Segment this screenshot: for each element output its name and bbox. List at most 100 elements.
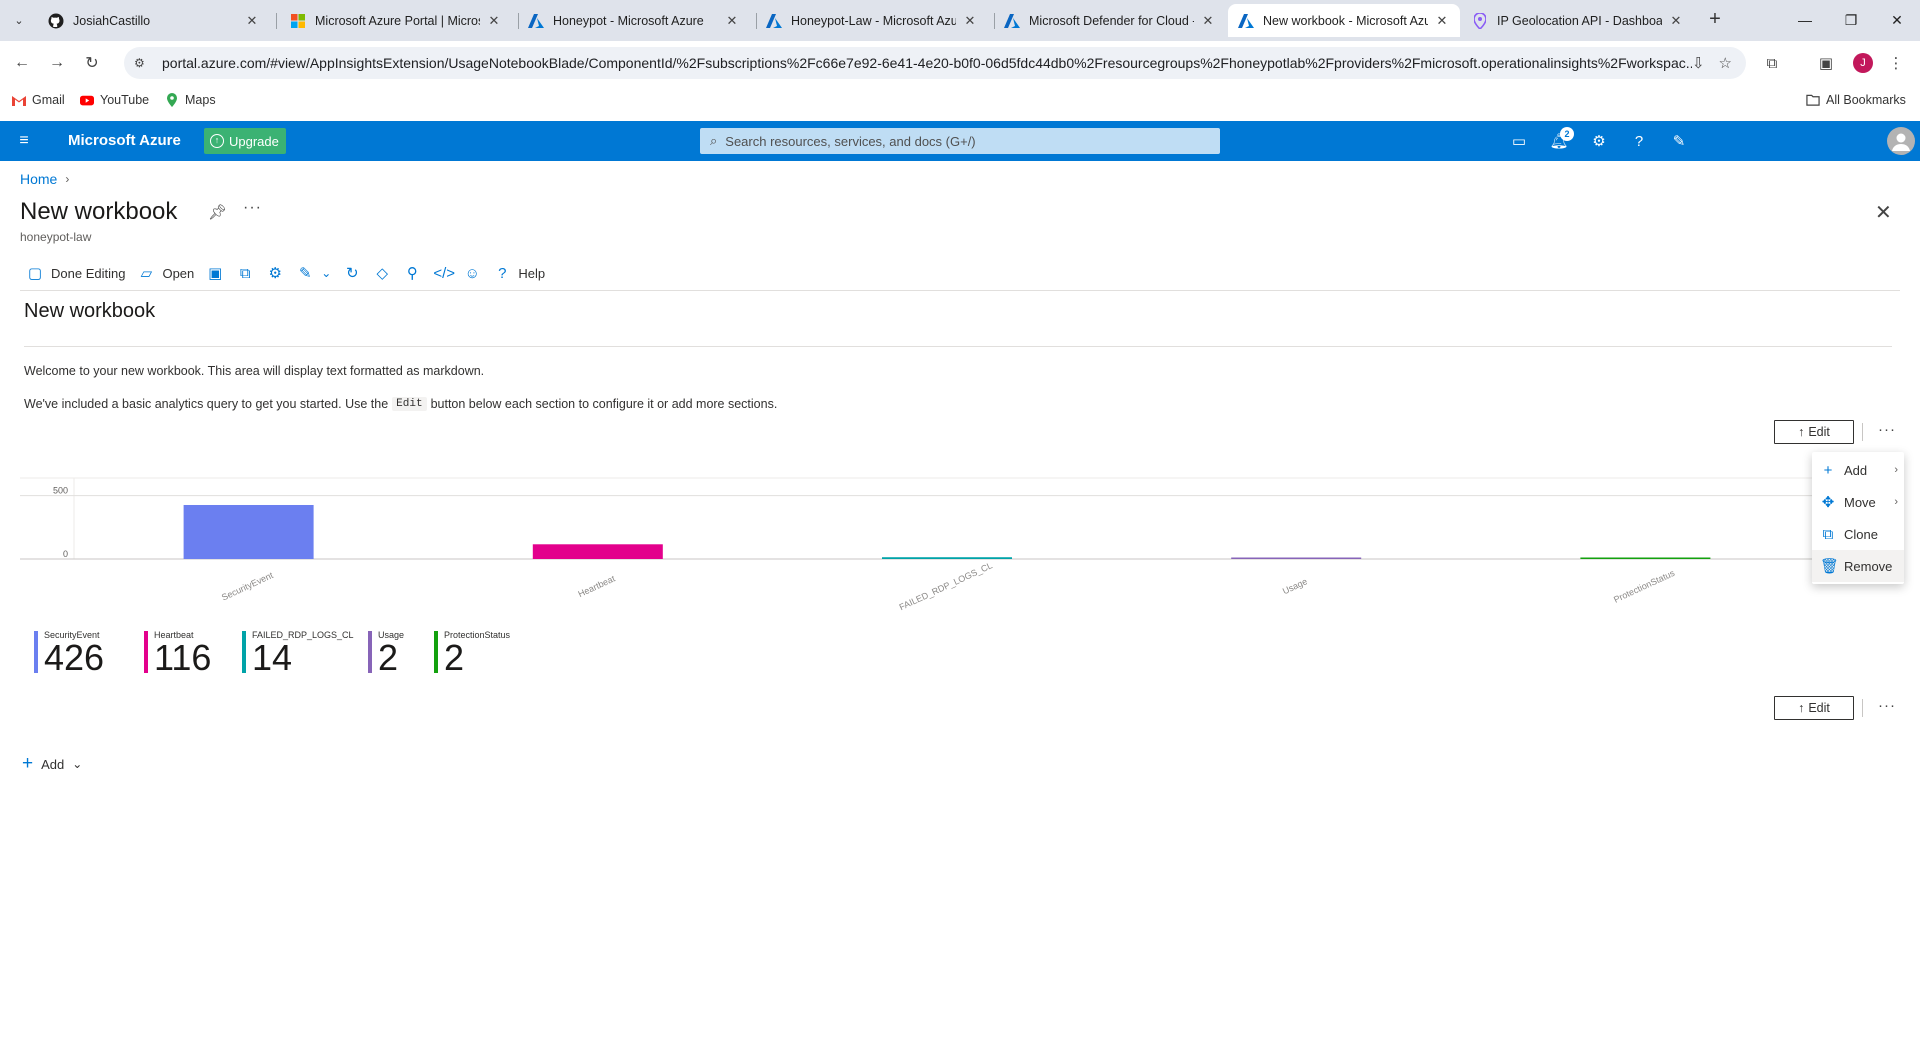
search-placeholder: Search resources, services, and docs (G+… xyxy=(725,133,976,149)
extensions-icon[interactable]: ⧉ xyxy=(1760,51,1784,75)
account-avatar[interactable] xyxy=(1887,127,1915,155)
cloud-shell-icon[interactable]: ▭ xyxy=(1507,129,1531,153)
pin-icon[interactable]: 📌︎ xyxy=(208,203,227,221)
tile-value: 2 xyxy=(444,637,465,678)
settings-gear-icon[interactable]: ⚙ xyxy=(1587,129,1611,153)
address-bar[interactable]: ⚙ portal.azure.com/#view/AppInsightsExte… xyxy=(124,47,1746,79)
tab-title: Microsoft Azure Portal | Microsoft xyxy=(315,13,480,28)
add-section-button[interactable]: + Add ⌄ xyxy=(22,753,82,775)
feedback-button[interactable]: ☺ xyxy=(457,258,487,288)
more-options-icon[interactable]: ··· xyxy=(243,199,262,217)
chart-canvas: 0 500 SecurityEvent Heartbeat FAILED_RDP_LOG… xyxy=(20,477,1820,612)
tile-protectionstatus[interactable]: ProtectionStatus 2 xyxy=(434,626,524,676)
refresh-button[interactable]: ↻ xyxy=(337,258,367,288)
edit-section-button[interactable]: ↑ Edit xyxy=(1774,696,1854,720)
browser-tab[interactable]: Microsoft Defender for Cloud - ✕ xyxy=(994,4,1226,37)
side-panel-icon[interactable]: ▣ xyxy=(1814,51,1838,75)
help-button[interactable]: ? Help xyxy=(487,258,551,288)
forward-icon[interactable]: → xyxy=(45,51,69,75)
close-tab-icon[interactable]: ✕ xyxy=(1668,13,1684,29)
menu-item-add[interactable]: + Add › xyxy=(1812,454,1904,486)
refresh-icon: ↻ xyxy=(346,265,359,282)
all-bookmarks[interactable]: All Bookmarks xyxy=(1806,93,1906,107)
settings-button[interactable]: ⚙ xyxy=(260,258,290,288)
browser-tab[interactable]: Honeypot-Law - Microsoft Azure ✕ xyxy=(756,4,988,37)
upgrade-button[interactable]: ↑ Upgrade xyxy=(204,128,286,154)
menu-item-move[interactable]: ✥ Move › xyxy=(1812,486,1904,518)
tile-usage[interactable]: Usage 2 xyxy=(368,626,410,676)
section-more-icon[interactable]: ··· xyxy=(1878,697,1896,714)
close-tab-icon[interactable]: ✕ xyxy=(724,13,740,29)
menu-item-label: Clone xyxy=(1844,526,1878,542)
close-tab-icon[interactable]: ✕ xyxy=(962,13,978,29)
new-tab-icon[interactable]: + xyxy=(1703,8,1727,32)
browser-tab[interactable]: Honeypot - Microsoft Azure ✕ xyxy=(518,4,750,37)
back-icon[interactable]: ← xyxy=(10,51,34,75)
bookmark-maps[interactable]: Maps xyxy=(165,93,216,107)
pencil-icon: ✎ xyxy=(298,265,312,282)
microsoft-icon xyxy=(290,13,306,29)
feedback-icon[interactable]: ✎ xyxy=(1667,129,1691,153)
breadcrumb: Home › xyxy=(20,171,69,187)
divider xyxy=(1862,423,1863,441)
x-tick-label: FAILED_RDP_LOGS_CL xyxy=(898,560,994,612)
tab-title: JosiahCastillo xyxy=(73,13,151,28)
reload-icon[interactable]: ↻ xyxy=(80,51,104,75)
menu-item-clone[interactable]: ⧉ Clone xyxy=(1812,518,1904,550)
section-more-icon[interactable]: ··· xyxy=(1878,421,1896,438)
breadcrumb-home[interactable]: Home xyxy=(20,171,57,187)
menu-item-remove[interactable]: 🗑︎ Remove xyxy=(1812,550,1904,582)
page-subtitle: honeypot-law xyxy=(20,230,92,244)
edit-section-button[interactable]: ↑ Edit xyxy=(1774,420,1854,444)
profile-avatar[interactable]: J xyxy=(1853,53,1873,73)
tile-securityevent[interactable]: SecurityEvent 426 xyxy=(34,626,120,676)
tile-heartbeat[interactable]: Heartbeat 116 xyxy=(144,626,218,676)
chart-bar xyxy=(183,504,314,559)
save-as-button[interactable]: ⧉ xyxy=(230,258,260,288)
browser-tab[interactable]: IP Geolocation API - Dashboard ✕ xyxy=(1462,4,1694,37)
bookmark-label: Maps xyxy=(185,93,216,107)
open-button[interactable]: ▱ Open xyxy=(131,258,200,288)
browser-tab[interactable]: Microsoft Azure Portal | Microsoft ✕ xyxy=(280,4,512,37)
tab-search-icon[interactable]: ⌄ xyxy=(8,9,30,31)
azure-icon xyxy=(528,13,544,29)
chevron-right-icon: › xyxy=(1894,496,1898,508)
browser-tab[interactable]: JosiahCastillo ✕ xyxy=(38,4,270,37)
install-app-icon[interactable]: ⇩ xyxy=(1692,54,1705,72)
close-blade-icon[interactable]: ✕ xyxy=(1875,200,1892,225)
bookmark-gmail[interactable]: Gmail xyxy=(12,93,65,107)
upgrade-arrow-icon: ↑ xyxy=(210,134,224,148)
window-close-icon[interactable]: ✕ xyxy=(1874,0,1920,40)
chart-bar xyxy=(1580,557,1711,559)
help-icon[interactable]: ? xyxy=(1627,129,1651,153)
bookmark-star-icon[interactable]: ☆ xyxy=(1719,54,1732,72)
auto-refresh-button[interactable]: ◇ xyxy=(367,258,397,288)
y-tick-label: 0 xyxy=(63,549,68,559)
bookmark-youtube[interactable]: YouTube xyxy=(80,93,149,107)
site-info-icon[interactable]: ⚙ xyxy=(134,56,156,70)
close-tab-icon[interactable]: ✕ xyxy=(1200,13,1216,29)
edit-style-button[interactable]: ✎ ⌄ xyxy=(290,258,337,288)
done-editing-button[interactable]: ▢ Done Editing xyxy=(20,258,131,288)
chevron-down-icon[interactable]: ⌄ xyxy=(321,266,331,280)
browser-menu-icon[interactable]: ⋮ xyxy=(1884,51,1908,75)
portal-menu-icon[interactable]: ≡ xyxy=(14,131,34,151)
code-button[interactable]: </> xyxy=(427,258,457,288)
open-label: Open xyxy=(162,265,195,281)
azure-search-input[interactable]: ⌕ Search resources, services, and docs (… xyxy=(700,128,1220,154)
upgrade-label: Upgrade xyxy=(229,133,279,149)
close-tab-icon[interactable]: ✕ xyxy=(486,13,502,29)
url-text[interactable]: portal.azure.com/#view/AppInsightsExtens… xyxy=(156,55,1692,71)
minimize-icon[interactable]: — xyxy=(1782,0,1828,40)
tile-failed-rdp-logs[interactable]: FAILED_RDP_LOGS_CL 14 xyxy=(242,626,354,676)
close-tab-icon[interactable]: ✕ xyxy=(1434,13,1450,29)
bucket-icon: ◇ xyxy=(376,265,389,282)
save-button[interactable]: ▣ xyxy=(200,258,230,288)
pin-button[interactable]: ⚲ xyxy=(397,258,427,288)
close-tab-icon[interactable]: ✕ xyxy=(244,13,260,29)
maps-icon xyxy=(165,93,179,107)
azure-brand[interactable]: Microsoft Azure xyxy=(68,132,181,149)
browser-tab-active[interactable]: New workbook - Microsoft Azure ✕ xyxy=(1228,4,1460,37)
all-bookmarks-label: All Bookmarks xyxy=(1826,93,1906,107)
restore-icon[interactable]: ❐ xyxy=(1828,0,1874,40)
